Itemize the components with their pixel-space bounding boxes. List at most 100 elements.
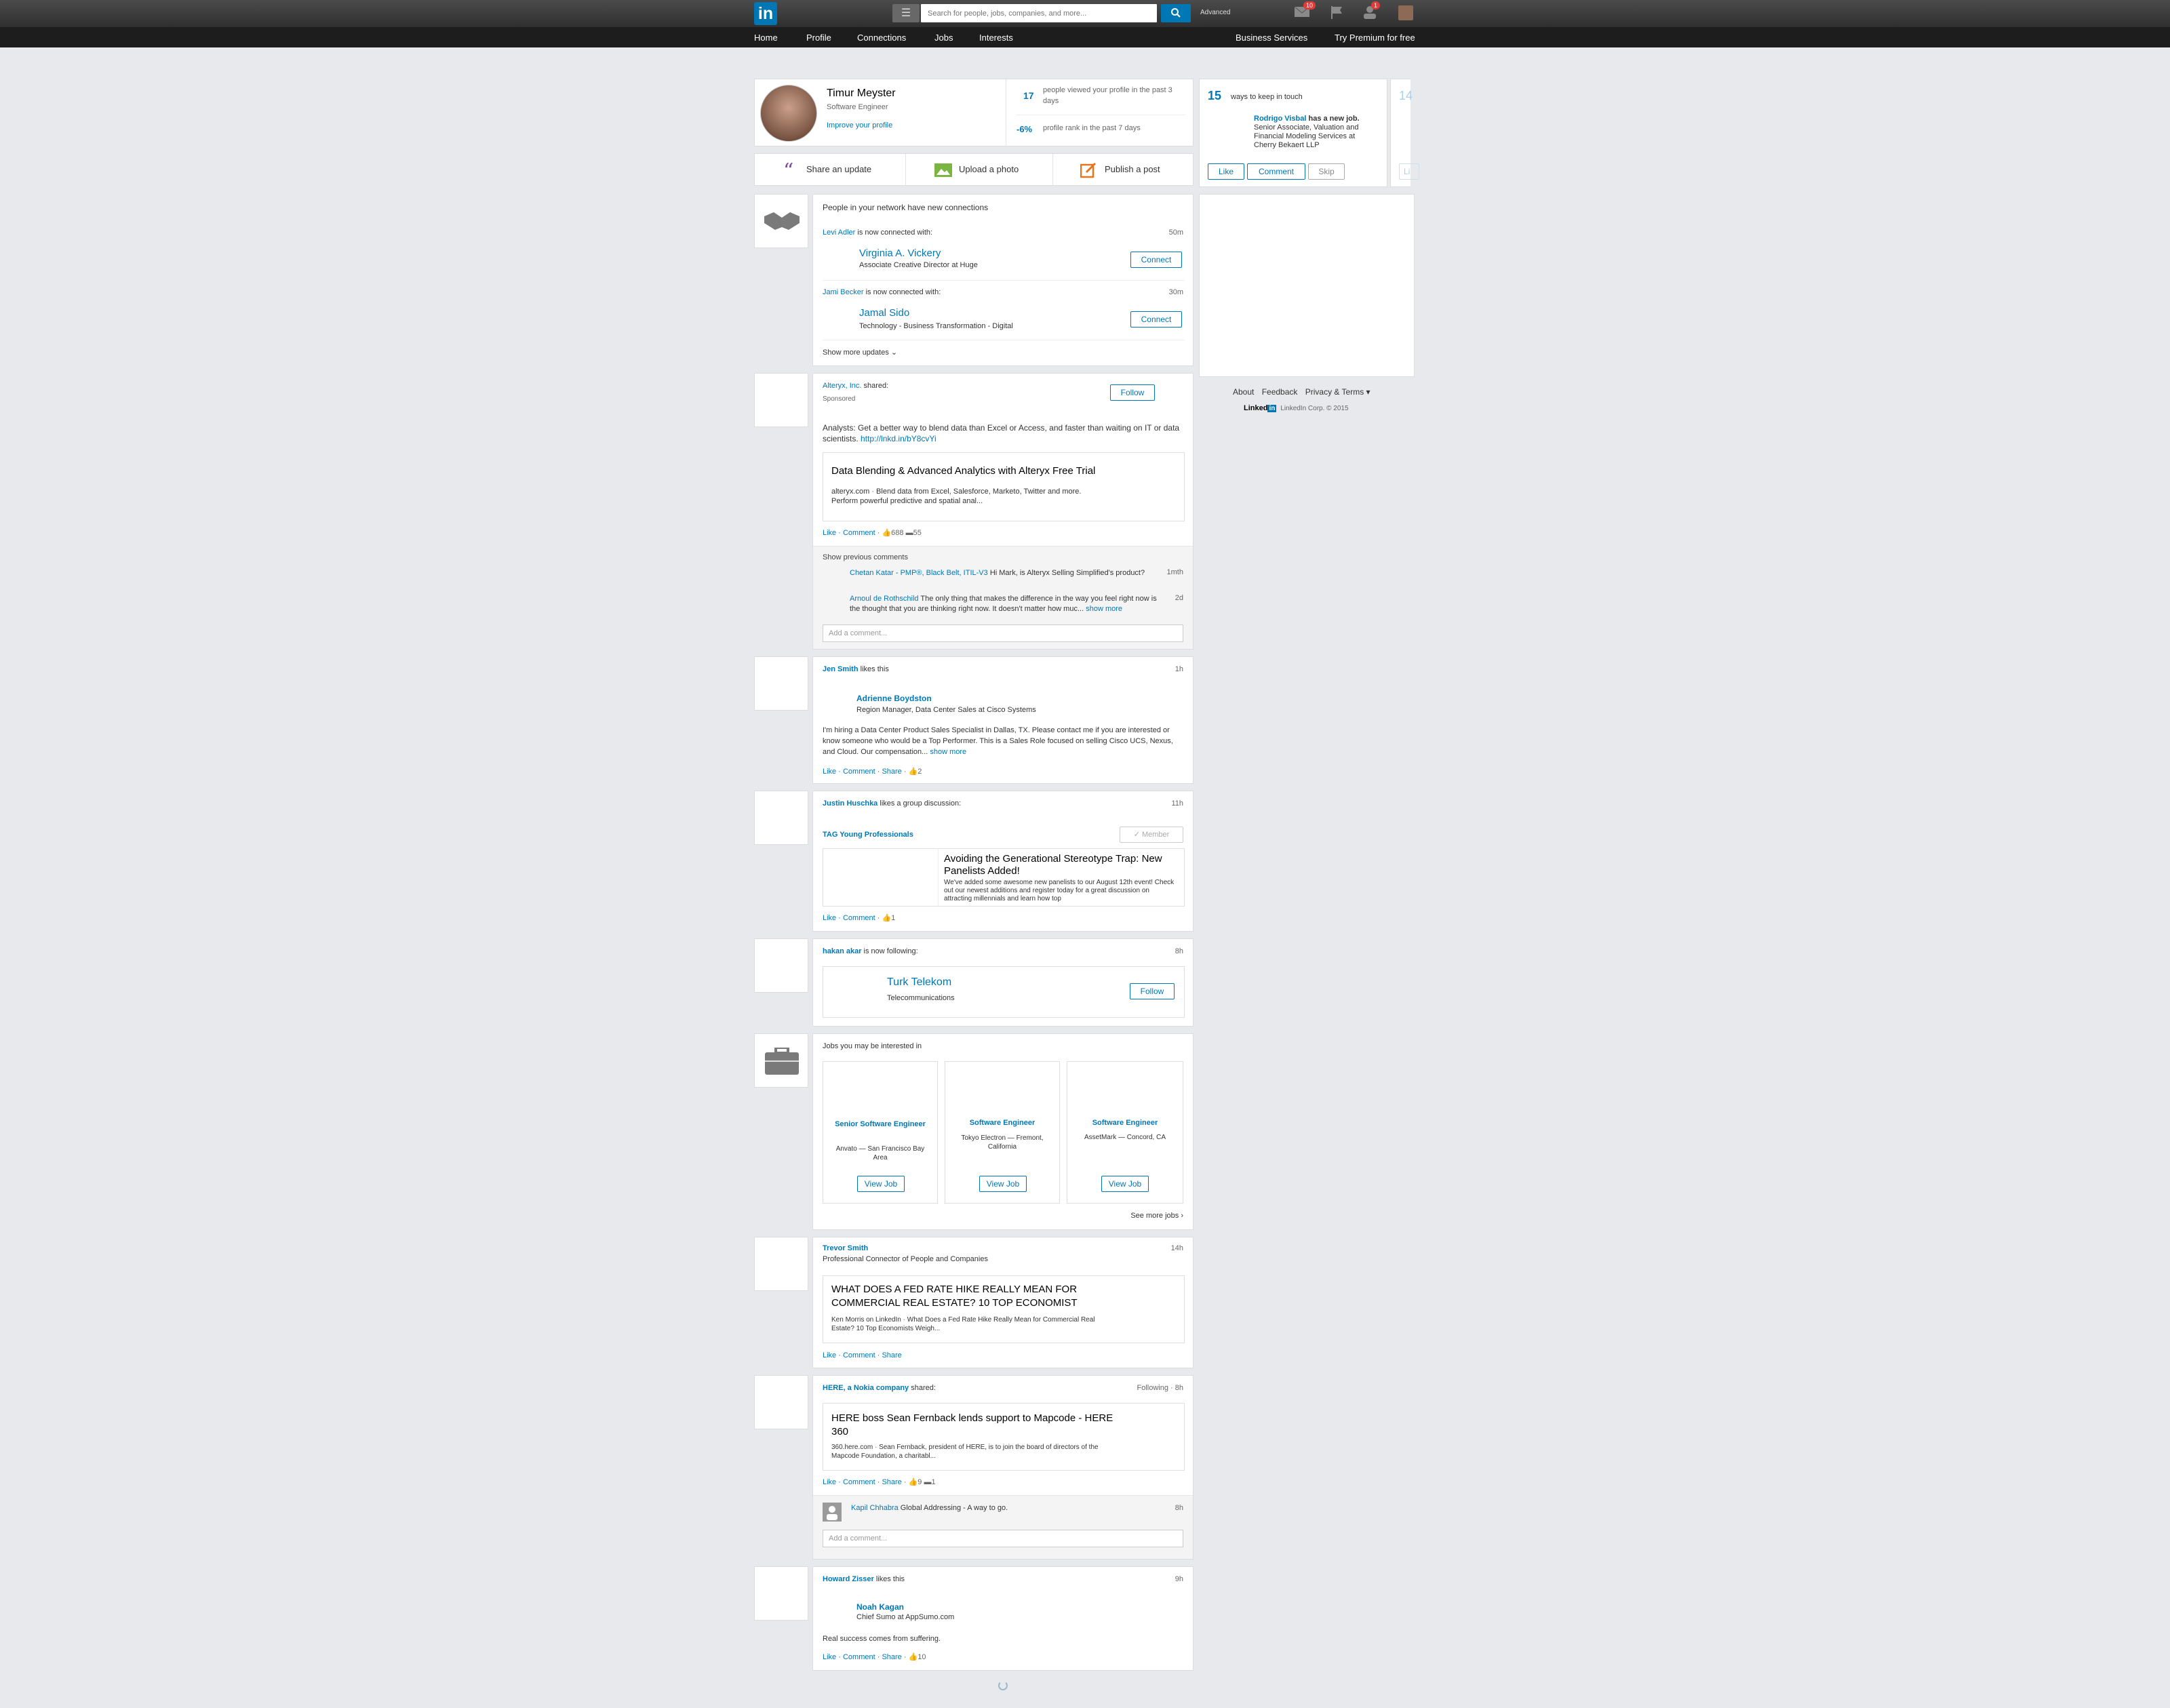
advanced-search-link[interactable]: Advanced bbox=[1200, 9, 1230, 16]
article-preview[interactable]: Data Blending & Advanced Analytics with … bbox=[823, 452, 1185, 521]
actor-link[interactable]: Trevor Smith bbox=[823, 1244, 868, 1252]
comment-link[interactable]: Comment bbox=[843, 768, 875, 776]
account-avatar[interactable] bbox=[1398, 5, 1413, 20]
job-card[interactable]: Senior Software Engineer Anvato — San Fr… bbox=[823, 1061, 938, 1204]
actor-link[interactable]: hakan akar bbox=[823, 947, 861, 955]
actor-photo-placeholder[interactable] bbox=[754, 791, 808, 845]
search-input[interactable] bbox=[921, 4, 1157, 22]
actor-photo-placeholder[interactable] bbox=[754, 1237, 808, 1291]
like-button[interactable]: Like bbox=[1208, 163, 1244, 180]
comment-link[interactable]: Comment bbox=[843, 1478, 875, 1486]
actor-photo-placeholder[interactable] bbox=[754, 938, 808, 993]
company-link[interactable]: Alteryx, Inc. bbox=[823, 382, 861, 390]
share-link[interactable]: Share bbox=[882, 1653, 901, 1661]
profile-views-text[interactable]: people viewed your profile in the past 3… bbox=[1043, 85, 1182, 106]
skip-button[interactable]: Skip bbox=[1308, 163, 1345, 180]
flag-button[interactable] bbox=[1329, 5, 1347, 20]
actor-photo-placeholder[interactable] bbox=[754, 1566, 808, 1621]
share-update-button[interactable]: “ Share an update bbox=[755, 154, 905, 185]
like-count[interactable]: 688 bbox=[891, 529, 903, 537]
job-title-link[interactable]: Software Engineer bbox=[1067, 1119, 1183, 1127]
member-button[interactable]: ✓ Member bbox=[1120, 827, 1183, 843]
linkedin-wordmark[interactable]: Linked bbox=[1244, 404, 1267, 412]
like-link[interactable]: Like bbox=[823, 768, 836, 776]
show-more-link[interactable]: show more bbox=[1086, 605, 1122, 613]
like-count[interactable]: 1 bbox=[891, 914, 895, 922]
company-logo-placeholder[interactable] bbox=[754, 1375, 808, 1429]
like-link[interactable]: Like bbox=[823, 1478, 836, 1486]
view-job-button[interactable]: View Job bbox=[1101, 1176, 1149, 1192]
actor-link[interactable]: Jen Smith bbox=[823, 665, 859, 673]
discussion-title[interactable]: Avoiding the Generational Stereotype Tra… bbox=[944, 853, 1175, 877]
search-button[interactable] bbox=[1161, 4, 1191, 22]
connect-button[interactable]: Connect bbox=[1130, 311, 1182, 327]
show-previous-comments[interactable]: Show previous comments bbox=[823, 553, 908, 561]
linkedin-logo[interactable]: in bbox=[754, 2, 777, 25]
follow-button[interactable]: Follow bbox=[1130, 983, 1175, 999]
share-link[interactable]: Share bbox=[882, 1478, 901, 1486]
nav-connections[interactable]: Connections bbox=[857, 33, 906, 43]
company-logo-placeholder[interactable] bbox=[754, 373, 808, 427]
actor-link[interactable]: Howard Zisser bbox=[823, 1575, 874, 1583]
like-link[interactable]: Like bbox=[823, 529, 836, 537]
post-link[interactable]: http://lnkd.in/bY8cvYi bbox=[861, 434, 936, 443]
next-card-like-button[interactable]: Li bbox=[1399, 163, 1419, 180]
nav-profile[interactable]: Profile bbox=[806, 33, 831, 43]
like-link[interactable]: Like bbox=[823, 914, 836, 922]
actor-photo-placeholder[interactable] bbox=[754, 656, 808, 711]
actor-link[interactable]: Jami Becker bbox=[823, 288, 864, 296]
actor-link[interactable]: Levi Adler bbox=[823, 229, 855, 237]
connection-name-link[interactable]: Jamal Sido bbox=[859, 307, 909, 319]
show-more-updates-link[interactable]: Show more updates ⌄ bbox=[823, 348, 897, 357]
add-connections-button[interactable]: 1 bbox=[1362, 1, 1381, 20]
commenter-link[interactable]: Kapil Chhabra bbox=[851, 1504, 899, 1512]
follow-button[interactable]: Follow bbox=[1110, 384, 1155, 401]
job-card[interactable]: Software Engineer AssetMark — Concord, C… bbox=[1067, 1061, 1183, 1204]
company-link[interactable]: HERE, a Nokia company bbox=[823, 1384, 909, 1392]
like-count[interactable]: 10 bbox=[918, 1653, 926, 1661]
add-comment-input[interactable]: Add a comment... bbox=[823, 624, 1183, 642]
commenter-link[interactable]: Arnoul de Rothschild bbox=[850, 595, 919, 603]
profile-views-count[interactable]: 17 bbox=[1023, 90, 1034, 101]
comment-link[interactable]: Comment bbox=[843, 914, 875, 922]
footer-privacy[interactable]: Privacy & Terms bbox=[1305, 387, 1364, 397]
comment-count[interactable]: 1 bbox=[931, 1478, 935, 1486]
footer-feedback[interactable]: Feedback bbox=[1262, 387, 1298, 397]
share-link[interactable]: Share bbox=[882, 768, 901, 776]
group-link[interactable]: TAG Young Professionals bbox=[823, 831, 913, 839]
add-comment-input[interactable]: Add a comment... bbox=[823, 1530, 1183, 1547]
company-preview[interactable]: Turk Telekom Telecommunications Follow bbox=[823, 966, 1185, 1018]
contact-name-link[interactable]: Rodrigo Visbal bbox=[1254, 115, 1306, 123]
comment-link[interactable]: Comment bbox=[843, 1351, 875, 1359]
commenter-avatar[interactable] bbox=[823, 1503, 842, 1522]
author-link[interactable]: Adrienne Boydston bbox=[856, 694, 932, 703]
comment-link[interactable]: Comment bbox=[843, 1653, 875, 1661]
nav-home[interactable]: Home bbox=[754, 33, 778, 43]
job-card[interactable]: Software Engineer Tokyo Electron — Fremo… bbox=[945, 1061, 1060, 1204]
like-count[interactable]: 9 bbox=[918, 1478, 922, 1486]
upload-photo-button[interactable]: Upload a photo bbox=[906, 154, 1052, 185]
share-link[interactable]: Share bbox=[882, 1351, 901, 1359]
following-status[interactable]: Following bbox=[1137, 1384, 1168, 1392]
company-name-link[interactable]: Turk Telekom bbox=[887, 976, 951, 989]
profile-rank-value[interactable]: -6% bbox=[1017, 124, 1032, 134]
next-keep-in-touch-card[interactable]: 14 Li bbox=[1390, 79, 1419, 187]
messages-button[interactable]: 10 bbox=[1294, 1, 1316, 20]
article-title[interactable]: HERE boss Sean Fernback lends support to… bbox=[831, 1412, 1116, 1439]
profile-photo[interactable] bbox=[760, 85, 817, 142]
like-link[interactable]: Like bbox=[823, 1351, 836, 1359]
like-link[interactable]: Like bbox=[823, 1653, 836, 1661]
show-more-link[interactable]: show more bbox=[930, 748, 966, 756]
profile-name[interactable]: Timur Meyster bbox=[827, 87, 896, 100]
publish-post-button[interactable]: Publish a post bbox=[1053, 154, 1193, 185]
author-link[interactable]: Noah Kagan bbox=[856, 1602, 904, 1612]
job-title-link[interactable]: Software Engineer bbox=[945, 1119, 1059, 1127]
connection-name-link[interactable]: Virginia A. Vickery bbox=[859, 247, 941, 259]
commenter-link[interactable]: Chetan Katar - PMP®, Black Belt, ITIL-V3 bbox=[850, 569, 988, 577]
view-job-button[interactable]: View Job bbox=[857, 1176, 905, 1192]
improve-profile-link[interactable]: Improve your profile bbox=[827, 121, 892, 130]
footer-about[interactable]: About bbox=[1233, 387, 1254, 397]
nav-jobs[interactable]: Jobs bbox=[934, 33, 953, 43]
search-category-menu[interactable]: ☰ bbox=[892, 4, 920, 22]
comment-button[interactable]: Comment bbox=[1247, 163, 1305, 180]
